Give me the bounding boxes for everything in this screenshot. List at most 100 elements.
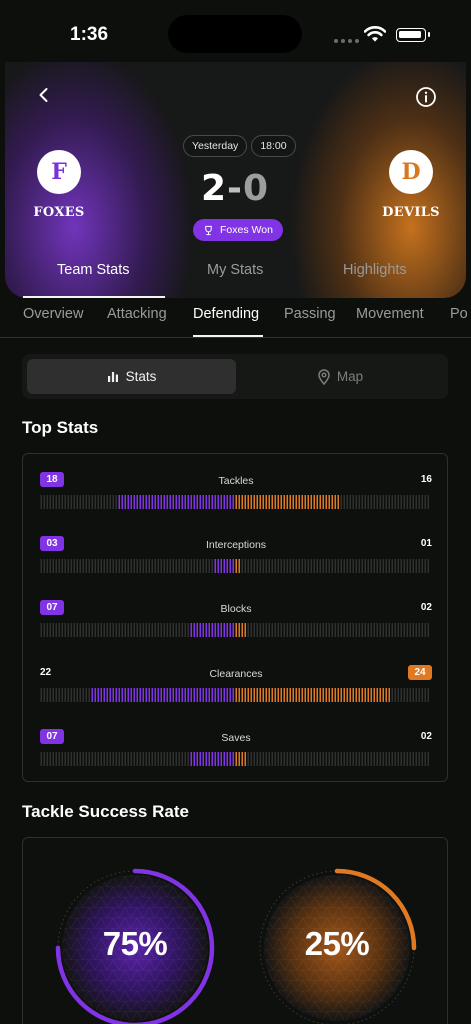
match-meta: Yesterday 18:00 bbox=[183, 135, 296, 157]
bar-tick bbox=[115, 752, 117, 766]
bar-tick bbox=[205, 688, 207, 702]
stats-view-button[interactable]: Stats bbox=[27, 359, 236, 394]
bar-tick bbox=[202, 688, 204, 702]
bar-tick bbox=[409, 623, 411, 637]
bar-tick bbox=[64, 495, 66, 509]
bar-tick bbox=[397, 752, 399, 766]
bar-tick bbox=[100, 752, 102, 766]
bar-tick bbox=[406, 559, 408, 573]
bar-tick bbox=[250, 688, 252, 702]
bar-tick bbox=[178, 495, 180, 509]
bar-tick bbox=[187, 688, 189, 702]
bar-tick bbox=[118, 559, 120, 573]
bar-tick bbox=[55, 688, 57, 702]
bar-tick bbox=[298, 623, 300, 637]
bar-tick bbox=[283, 752, 285, 766]
bar-tick bbox=[421, 559, 423, 573]
bar-tick bbox=[304, 495, 306, 509]
bar-tick bbox=[85, 623, 87, 637]
bar-tick bbox=[298, 688, 300, 702]
bar-tick bbox=[43, 495, 45, 509]
bar-tick bbox=[118, 495, 120, 509]
bar-tick bbox=[271, 688, 273, 702]
subtab-attacking[interactable]: Attacking bbox=[107, 306, 167, 322]
map-view-button[interactable]: Map bbox=[238, 359, 443, 394]
bar-tick bbox=[298, 752, 300, 766]
bar-tick bbox=[253, 688, 255, 702]
bar-tick bbox=[322, 752, 324, 766]
bar-tick bbox=[271, 495, 273, 509]
bar-tick bbox=[352, 688, 354, 702]
bar-tick bbox=[133, 752, 135, 766]
bar-tick bbox=[178, 623, 180, 637]
bar-tick bbox=[406, 688, 408, 702]
bar-tick bbox=[178, 752, 180, 766]
bar-tick bbox=[400, 559, 402, 573]
bar-tick bbox=[391, 623, 393, 637]
bar-tick bbox=[64, 623, 66, 637]
bar-tick bbox=[376, 495, 378, 509]
bar-tick bbox=[142, 752, 144, 766]
bar-tick bbox=[232, 623, 234, 637]
bar-tick bbox=[355, 752, 357, 766]
bar-tick bbox=[136, 752, 138, 766]
match-result-badge: Foxes Won bbox=[193, 219, 283, 241]
info-icon[interactable] bbox=[415, 86, 437, 108]
bar-tick bbox=[91, 495, 93, 509]
bar-tick bbox=[58, 623, 60, 637]
bar-tick bbox=[289, 623, 291, 637]
bar-tick bbox=[265, 688, 267, 702]
bar-tick bbox=[49, 559, 51, 573]
bar-tick bbox=[415, 752, 417, 766]
bar-tick bbox=[121, 559, 123, 573]
bar-tick bbox=[154, 623, 156, 637]
score-separator: - bbox=[227, 168, 243, 209]
bar-tick bbox=[424, 495, 426, 509]
subtab-defending[interactable]: Defending bbox=[193, 306, 259, 322]
bar-tick bbox=[307, 495, 309, 509]
bar-tick bbox=[160, 495, 162, 509]
bar-tick bbox=[127, 752, 129, 766]
bar-tick bbox=[256, 688, 258, 702]
bar-tick bbox=[154, 752, 156, 766]
bar-tick bbox=[343, 688, 345, 702]
subtab-overview[interactable]: Overview bbox=[23, 306, 83, 322]
bar-tick bbox=[337, 688, 339, 702]
bar-tick bbox=[301, 559, 303, 573]
bar-tick bbox=[109, 752, 111, 766]
bar-tick bbox=[106, 495, 108, 509]
bar-tick bbox=[247, 623, 249, 637]
bar-tick bbox=[214, 752, 216, 766]
bar-tick bbox=[361, 559, 363, 573]
bar-tick bbox=[286, 495, 288, 509]
tab-team-stats[interactable]: Team Stats bbox=[57, 262, 130, 278]
bar-tick bbox=[82, 752, 84, 766]
away-stat-value: 16 bbox=[420, 474, 432, 485]
bar-tick bbox=[175, 752, 177, 766]
bar-tick bbox=[82, 495, 84, 509]
bar-tick bbox=[88, 623, 90, 637]
bar-tick bbox=[367, 688, 369, 702]
bar-tick bbox=[193, 623, 195, 637]
bar-tick bbox=[130, 559, 132, 573]
bar-tick bbox=[424, 623, 426, 637]
tab-highlights[interactable]: Highlights bbox=[343, 262, 407, 278]
bar-tick bbox=[289, 688, 291, 702]
tab-my-stats[interactable]: My Stats bbox=[207, 262, 263, 278]
bar-tick bbox=[97, 688, 99, 702]
subtab-possession[interactable]: Po bbox=[450, 306, 468, 322]
bar-tick bbox=[250, 752, 252, 766]
bar-tick bbox=[253, 495, 255, 509]
bar-tick bbox=[292, 495, 294, 509]
bar-tick bbox=[49, 623, 51, 637]
back-icon[interactable] bbox=[35, 86, 53, 104]
bar-tick bbox=[262, 623, 264, 637]
bar-tick bbox=[274, 559, 276, 573]
bar-tick bbox=[421, 623, 423, 637]
bar-tick bbox=[310, 495, 312, 509]
bar-tick bbox=[337, 623, 339, 637]
subtab-passing[interactable]: Passing bbox=[284, 306, 336, 322]
bar-tick bbox=[184, 559, 186, 573]
subtab-movement[interactable]: Movement bbox=[356, 306, 424, 322]
bar-tick bbox=[190, 623, 192, 637]
